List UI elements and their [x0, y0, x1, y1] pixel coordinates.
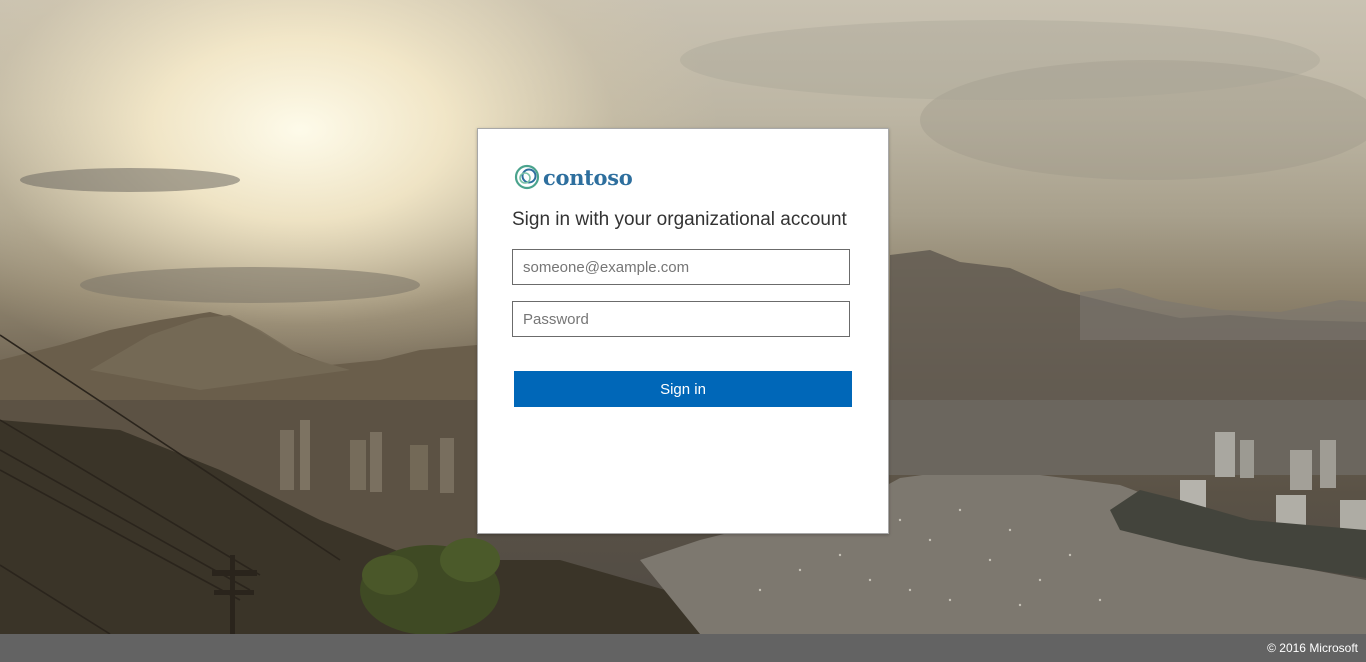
page-title: Sign in with your organizational account [512, 209, 847, 230]
sign-in-card: contoso Sign in with your organizational… [477, 128, 889, 534]
footer-bar: © 2016 Microsoft [0, 634, 1366, 662]
brand-name: contoso [543, 164, 633, 190]
contoso-ring-logo-icon [514, 164, 540, 190]
brand-logo: contoso [514, 163, 633, 191]
sign-in-page: contoso Sign in with your organizational… [0, 0, 1366, 662]
password-input[interactable] [512, 301, 850, 337]
copyright-text: © 2016 Microsoft [1267, 641, 1358, 655]
username-input[interactable] [512, 249, 850, 285]
sign-in-button[interactable]: Sign in [514, 371, 852, 407]
